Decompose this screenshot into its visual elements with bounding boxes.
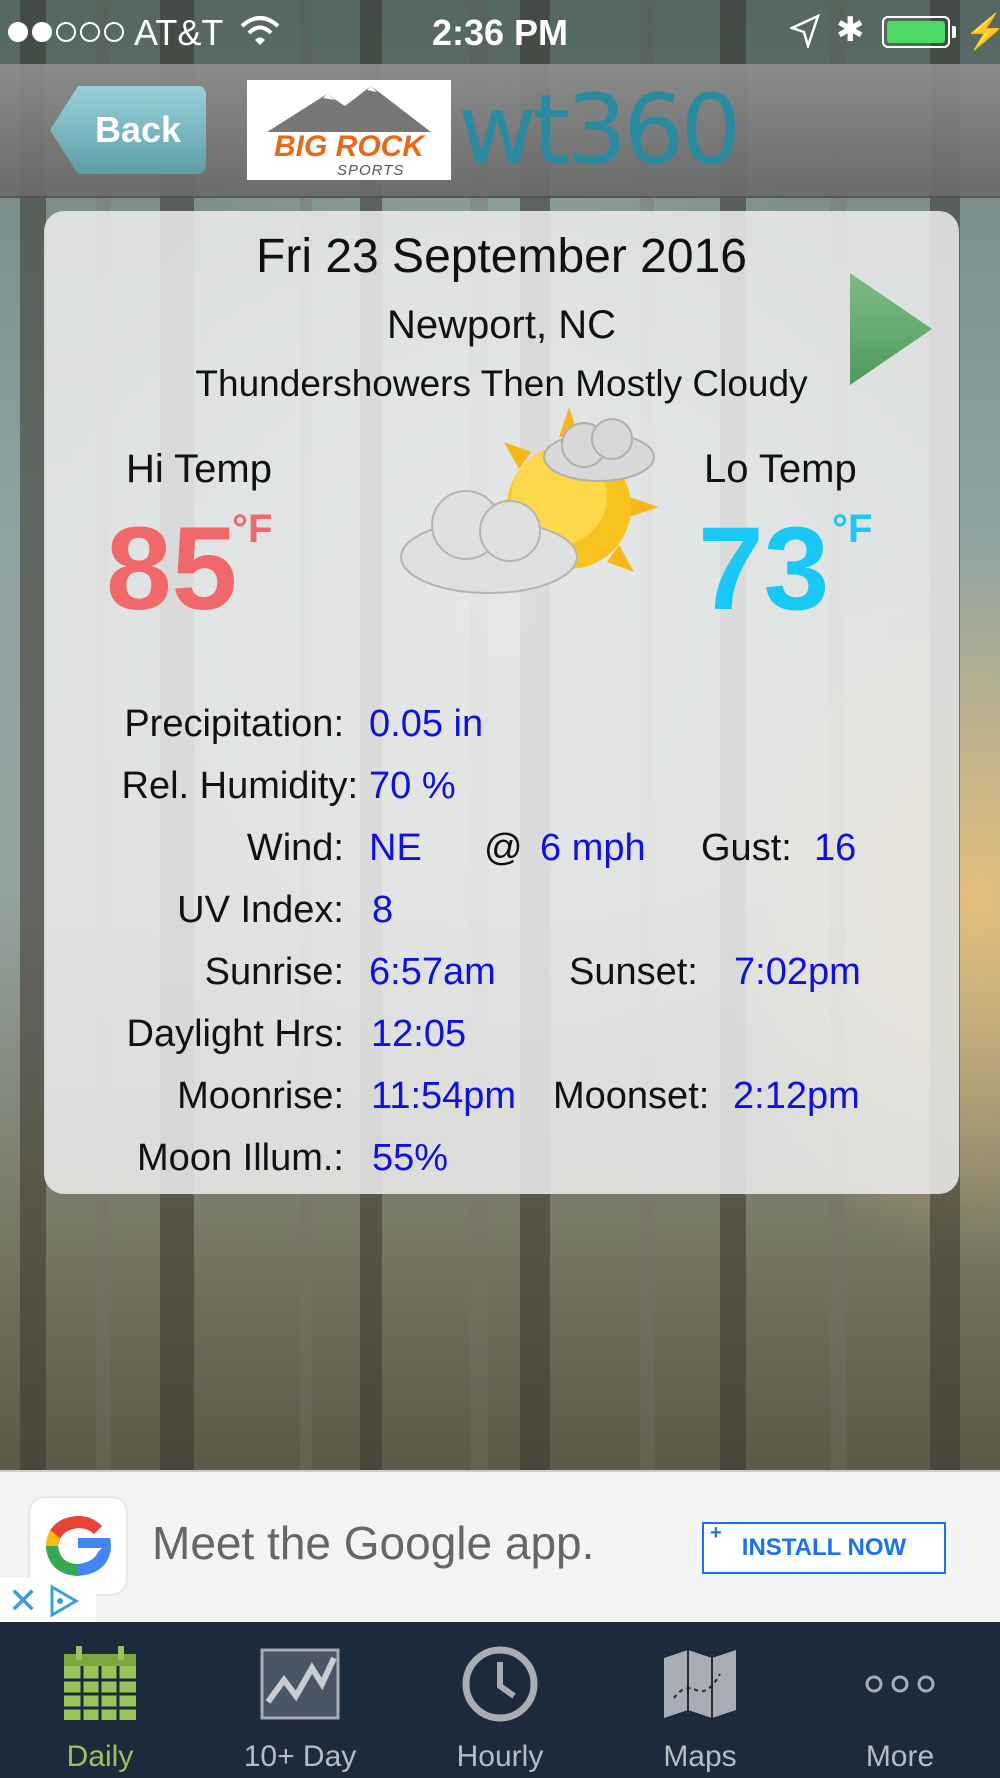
- mountain-logo-icon: [267, 86, 431, 132]
- tab-daily-label: Daily: [66, 1740, 134, 1773]
- gust-value: 16: [814, 827, 857, 869]
- moonrise-label: Moonrise:: [177, 1075, 344, 1117]
- logo-title: BIG ROCK: [274, 130, 424, 163]
- lo-temp-unit: °F: [832, 507, 873, 551]
- adchoices-icon[interactable]: [48, 1584, 80, 1618]
- tab-maps-label: Maps: [663, 1740, 737, 1773]
- daylight-hours-value: 12:05: [371, 1013, 467, 1055]
- battery-tip: [952, 26, 956, 38]
- tab-more-label: More: [865, 1740, 935, 1773]
- plus-icon: +: [710, 1522, 722, 1544]
- tab-daily[interactable]: Daily: [0, 1622, 200, 1778]
- daily-forecast-card: Fri 23 September 2016 Newport, NC Thunde…: [44, 211, 959, 1194]
- moonrise-value: 11:54pm: [371, 1075, 517, 1117]
- wind-direction-value: NE: [369, 827, 422, 869]
- precipitation-value: 0.05 in: [369, 703, 484, 745]
- status-bar: AT&T 2:36 PM ✱ ⚡: [0, 0, 1000, 64]
- sunrise-value: 6:57am: [369, 951, 496, 993]
- moonset-label: Moonset:: [553, 1075, 710, 1117]
- trend-chart-icon: [260, 1648, 340, 1720]
- sunset-label: Sunset:: [569, 951, 698, 993]
- install-now-button[interactable]: + INSTALL NOW: [702, 1522, 946, 1574]
- partly-cloudy-sun-icon: [400, 407, 659, 594]
- wind-speed-value: 6 mph: [540, 827, 646, 869]
- tab-10-day[interactable]: 10+ Day: [200, 1622, 400, 1778]
- forecast-location: Newport, NC: [387, 303, 616, 347]
- wind-at-label: @: [484, 827, 523, 869]
- uv-index-label: UV Index:: [177, 889, 344, 931]
- lo-temp-label: Lo Temp: [704, 447, 857, 491]
- tab-maps[interactable]: Maps: [600, 1622, 800, 1778]
- charging-bolt-icon: ⚡: [964, 13, 1000, 51]
- humidity-label: Rel. Humidity:: [121, 765, 359, 807]
- forecast-date: Fri 23 September 2016: [256, 230, 747, 283]
- lo-temp-value: 73: [698, 503, 830, 635]
- hi-temp-label: Hi Temp: [126, 447, 272, 491]
- tab-hourly[interactable]: Hourly: [400, 1622, 600, 1778]
- daylight-hours-label: Daylight Hrs:: [126, 1013, 345, 1055]
- tab-hourly-label: Hourly: [456, 1740, 544, 1773]
- sunrise-label: Sunrise:: [204, 951, 344, 993]
- moon-illumination-value: 55%: [372, 1137, 449, 1179]
- bluetooth-icon: ✱: [836, 11, 865, 49]
- battery-icon: [882, 16, 950, 48]
- logo-subtitle: SPORTS: [337, 162, 405, 179]
- precipitation-label: Precipitation:: [124, 703, 344, 745]
- sunset-value: 7:02pm: [734, 951, 861, 993]
- location-arrow-icon: [790, 14, 820, 48]
- close-ad-icon[interactable]: ✕: [8, 1580, 38, 1622]
- moonset-value: 2:12pm: [733, 1075, 860, 1117]
- big-rock-sports-logo: BIG ROCK SPORTS: [247, 80, 451, 180]
- clock-icon: [462, 1646, 538, 1722]
- back-button[interactable]: Back: [50, 86, 206, 174]
- hi-temp-value: 85: [106, 503, 238, 635]
- calendar-icon: [64, 1646, 136, 1720]
- moon-illumination-label: Moon Illum.:: [137, 1137, 344, 1179]
- map-icon: [664, 1650, 736, 1718]
- install-now-label: INSTALL NOW: [741, 1534, 907, 1561]
- wind-label: Wind:: [246, 827, 344, 869]
- ad-banner[interactable]: Meet the Google app. + INSTALL NOW ✕: [0, 1470, 1000, 1624]
- gust-label: Gust:: [701, 827, 792, 869]
- wt360-logo: wt360: [458, 74, 741, 186]
- humidity-value: 70 %: [369, 765, 456, 807]
- uv-index-value: 8: [372, 889, 394, 931]
- tab-bar: Daily 10+ Day Hourly Maps More: [0, 1622, 1000, 1778]
- app-header: Back BIG ROCK SPORTS wt360: [0, 64, 1000, 198]
- hi-temp-unit: °F: [232, 507, 273, 551]
- ad-headline[interactable]: Meet the Google app.: [152, 1516, 594, 1570]
- more-dots-icon: [865, 1675, 935, 1693]
- tab-more[interactable]: More: [800, 1622, 1000, 1778]
- ad-choices[interactable]: ✕: [0, 1578, 96, 1624]
- tab-10-day-label: 10+ Day: [243, 1740, 357, 1773]
